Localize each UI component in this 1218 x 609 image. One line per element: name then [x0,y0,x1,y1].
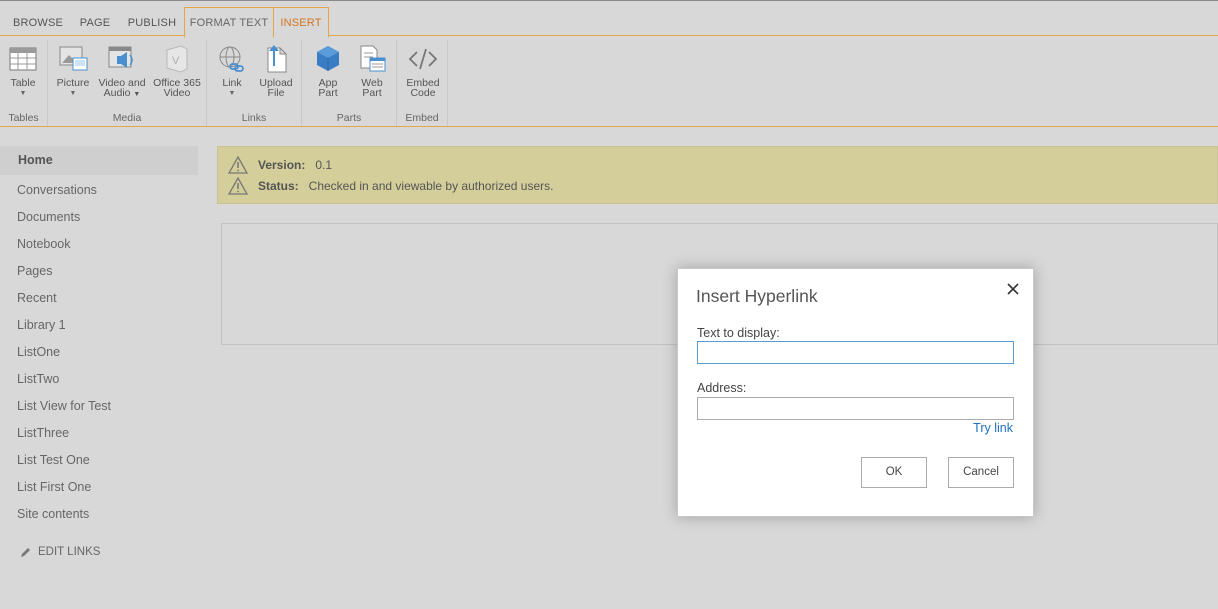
version-label: Version: [258,158,306,172]
video-audio-label-2: Audio [103,87,131,99]
video-audio-button[interactable]: Video and Audio ▼ [96,44,148,100]
warning-icon [228,156,248,174]
link-label: Link [222,77,242,89]
nav-item-site-contents[interactable]: Site contents [0,501,198,528]
nav-item-list-first-one[interactable]: List First One [0,474,198,501]
app-part-button[interactable]: App Part [310,44,346,98]
text-to-display-label: Text to display: [697,326,780,340]
svg-text:V: V [172,55,180,67]
dialog-title: Insert Hyperlink [696,286,818,306]
version-value: 0.1 [315,158,333,172]
nav-item-listtwo[interactable]: ListTwo [0,366,198,393]
app-part-icon [317,46,339,71]
warning-icon [228,177,248,195]
upload-file-button[interactable]: Upload File [255,44,297,98]
ribbon-group-tables: Table ▼ Tables [0,40,48,126]
link-globe-icon [219,46,244,72]
status-status-row: Status: Checked in and viewable by autho… [228,177,553,195]
ribbon-group-embed: Embed Code Embed [397,40,448,126]
nav-item-recent[interactable]: Recent [0,285,198,312]
link-button[interactable]: Link ▼ [213,44,251,99]
nav-item-listthree[interactable]: ListThree [0,420,198,447]
nav-item-notebook[interactable]: Notebook [0,231,198,258]
cancel-button[interactable]: Cancel [948,457,1014,488]
ribbon-group-parts: App Part Web Part Parts [302,40,397,126]
close-button[interactable] [1005,281,1021,297]
tab-insert[interactable]: INSERT [273,7,329,38]
upload-label-2: File [267,87,285,99]
nav-item-listone[interactable]: ListOne [0,339,198,366]
group-label-media: Media [112,112,142,124]
nav-item-conversations[interactable]: Conversations [0,177,198,204]
status-label: Status: [258,179,299,193]
nav-item-library-1[interactable]: Library 1 [0,312,198,339]
upload-file-icon [267,45,288,73]
picture-button[interactable]: Picture ▼ [54,44,92,99]
web-part-button[interactable]: Web Part [352,44,392,98]
quick-launch-nav: Home Conversations Documents Notebook Pa… [0,146,198,558]
picture-label: Picture [56,77,90,89]
ribbon-tab-bar: BROWSE PAGE PUBLISH FORMAT TEXT INSERT [0,0,1218,38]
status-version-row: Version: 0.1 [228,156,332,174]
tab-page[interactable]: PAGE [72,9,118,37]
text-to-display-input[interactable] [697,341,1014,364]
close-icon [1007,283,1019,295]
nav-item-pages[interactable]: Pages [0,258,198,285]
try-link[interactable]: Try link [973,421,1013,435]
page-status-bar: Version: 0.1 Status: Checked in and view… [217,146,1218,204]
office365-video-button[interactable]: V Office 365 Video [150,44,204,98]
ribbon-group-media: Picture ▼ Video and Audio ▼ V Office 365… [48,40,207,126]
nav-item-list-view-for-test[interactable]: List View for Test [0,393,198,420]
group-label-links: Links [241,112,267,124]
embed-code-icon [408,48,438,70]
table-button[interactable]: Table ▼ [6,44,40,99]
tab-format-text[interactable]: FORMAT TEXT [184,7,274,38]
table-label: Table [10,77,36,89]
office365-label-2: Video [163,87,191,99]
nav-item-home[interactable]: Home [0,146,198,175]
pencil-icon [21,548,30,557]
web-part-label-2: Part [362,87,382,99]
group-label-embed: Embed [405,112,439,124]
nav-item-documents[interactable]: Documents [0,204,198,231]
chevron-down-icon: ▼ [133,91,141,98]
insert-hyperlink-dialog: Insert Hyperlink Text to display: Addres… [677,268,1034,517]
address-input[interactable] [697,397,1014,420]
nav-item-list-test-one[interactable]: List Test One [0,447,198,474]
chevron-down-icon: ▼ [69,90,77,97]
office365-video-icon: V [166,45,188,73]
embed-code-button[interactable]: Embed Code [403,44,443,98]
web-part-icon [360,45,386,72]
status-value: Checked in and viewable by authorized us… [308,179,554,193]
tab-publish[interactable]: PUBLISH [124,9,180,37]
picture-icon [59,46,88,71]
chevron-down-icon: ▼ [19,90,27,97]
address-label: Address: [697,381,747,395]
embed-label-2: Code [410,87,436,99]
group-label-parts: Parts [336,112,362,124]
ok-button[interactable]: OK [861,457,927,488]
group-label-tables: Tables [8,112,39,124]
table-icon [9,47,37,71]
app-part-label-2: Part [318,87,338,99]
chevron-down-icon: ▼ [228,90,236,97]
video-audio-icon [108,46,133,68]
ribbon-group-links: Link ▼ Upload File Links [207,40,302,126]
tab-browse[interactable]: BROWSE [8,9,68,37]
ribbon: Table ▼ Tables Picture ▼ Video and Audio… [0,36,1218,127]
edit-links-button[interactable]: EDIT LINKS [20,546,100,558]
edit-links-label: EDIT LINKS [38,546,101,558]
